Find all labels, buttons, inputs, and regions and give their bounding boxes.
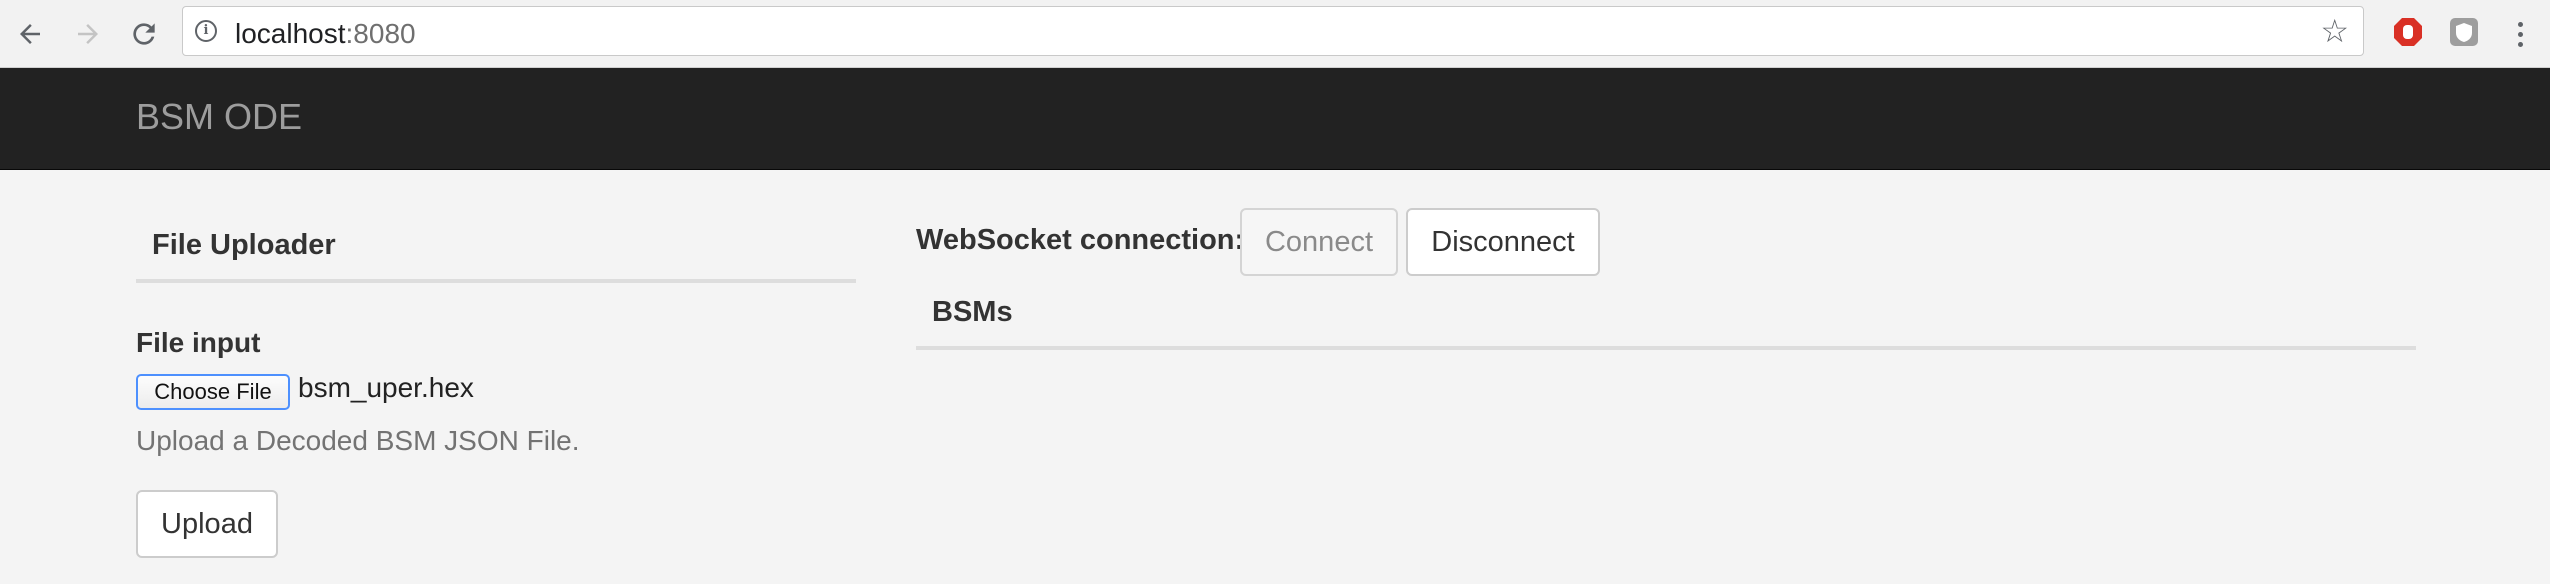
websocket-connection-label: WebSocket connection: <box>916 224 1245 256</box>
choose-file-button[interactable]: Choose File <box>136 374 290 410</box>
shield-extension-icon[interactable] <box>2448 16 2480 48</box>
reload-icon[interactable] <box>124 14 164 54</box>
url-port: :8080 <box>345 18 416 49</box>
connect-button[interactable]: Connect <box>1240 208 1398 276</box>
info-icon[interactable]: i <box>195 20 217 42</box>
file-input-help-text: Upload a Decoded BSM JSON File. <box>136 425 580 456</box>
browser-menu-icon[interactable] <box>2508 14 2532 54</box>
url-text[interactable]: localhost:8080 <box>235 18 416 50</box>
file-input-label: File input <box>136 327 261 358</box>
url-host: localhost <box>235 18 346 49</box>
selected-file-name: bsm_uper.hex <box>298 372 474 403</box>
browser-toolbar: i localhost:8080 ☆ <box>0 0 2550 68</box>
file-uploader-title: File Uploader <box>152 229 336 261</box>
bsms-divider <box>916 346 2416 350</box>
bsms-title: BSMs <box>932 296 1013 328</box>
file-uploader-divider <box>136 279 856 283</box>
navbar-brand[interactable]: BSM ODE <box>136 96 302 138</box>
address-bar[interactable]: i localhost:8080 ☆ <box>182 6 2364 56</box>
disconnect-button[interactable]: Disconnect <box>1406 208 1600 276</box>
bookmark-star-icon[interactable]: ☆ <box>2320 12 2349 50</box>
back-arrow-icon[interactable] <box>10 14 50 54</box>
upload-button[interactable]: Upload <box>136 490 278 558</box>
adblock-extension-icon[interactable] <box>2392 16 2424 48</box>
forward-arrow-icon[interactable] <box>68 14 108 54</box>
app-navbar: BSM ODE <box>0 68 2550 170</box>
